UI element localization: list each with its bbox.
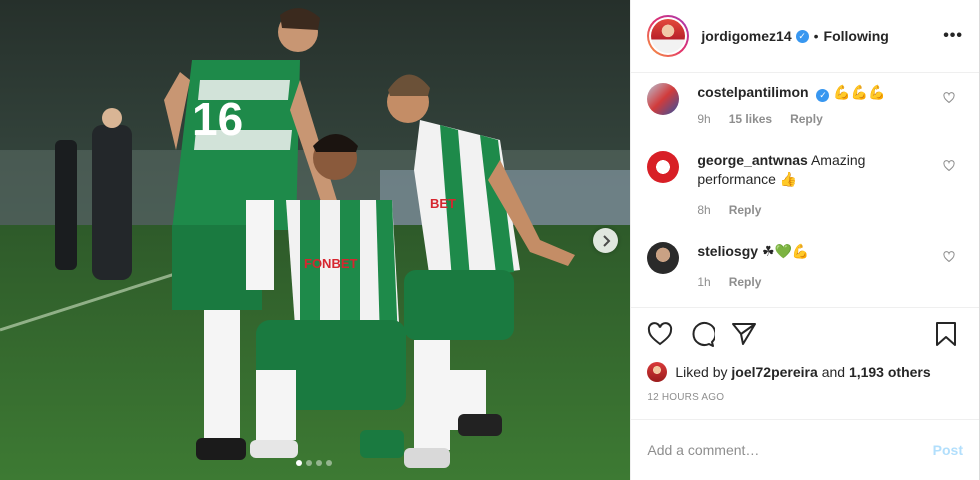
carousel-dot — [316, 460, 322, 466]
comment-bubble-icon[interactable] — [689, 321, 716, 347]
comment-time[interactable]: 9h — [697, 110, 710, 129]
action-icon-row — [647, 320, 963, 348]
comment-meta: 9h 15 likes Reply — [697, 110, 885, 129]
likes-middle: and — [821, 364, 846, 380]
reply-button[interactable]: Reply — [790, 110, 823, 129]
add-comment-bar: Post — [631, 419, 979, 480]
comment-likes[interactable]: 15 likes — [729, 110, 772, 129]
commenter-username[interactable]: costelpantilimon — [697, 84, 808, 100]
comment-item: george_antwnas Amazing performance 👍 8h … — [647, 151, 963, 220]
post-actions: Liked by joel72pereira and 1,193 others … — [631, 307, 979, 403]
svg-text:FONBET: FONBET — [304, 256, 358, 271]
commenter-avatar[interactable] — [647, 151, 680, 183]
post-header: jordigomez14 ✓ • Following ••• — [631, 0, 979, 73]
comment-body: george_antwnas Amazing performance 👍 8h … — [697, 151, 897, 220]
reply-button[interactable]: Reply — [729, 273, 762, 292]
following-button[interactable]: Following — [824, 28, 889, 44]
comment-body: steliosgy ☘💚💪 1h Reply — [697, 242, 809, 292]
svg-text:BET: BET — [430, 196, 456, 211]
commenter-avatar[interactable] — [647, 242, 680, 274]
post-side-panel: jordigomez14 ✓ • Following ••• costelpan… — [630, 0, 979, 480]
likes-summary: Liked by joel72pereira and 1,193 others — [647, 362, 963, 382]
carousel-dot — [296, 460, 302, 466]
author-avatar[interactable] — [647, 15, 690, 57]
post-comment-button[interactable]: Post — [933, 442, 963, 458]
comment-meta: 1h Reply — [697, 273, 809, 292]
chevron-right-icon — [602, 234, 610, 247]
verified-badge-icon: ✓ — [816, 89, 830, 102]
comment-input[interactable] — [647, 442, 933, 458]
carousel-dot — [326, 460, 332, 466]
like-comment-heart-icon[interactable] — [943, 159, 955, 177]
comments-list: costelpantilimon ✓ 💪💪💪 9h 15 likes Reply — [631, 73, 979, 307]
svg-text:16: 16 — [192, 93, 243, 145]
reply-button[interactable]: Reply — [729, 201, 762, 220]
comment-time[interactable]: 8h — [697, 201, 710, 220]
comment-body: costelpantilimon ✓ 💪💪💪 9h 15 likes Reply — [697, 83, 885, 129]
carousel-indicator — [296, 460, 332, 466]
liker-avatar[interactable] — [647, 362, 668, 382]
carousel-dot — [306, 460, 312, 466]
commenter-avatar[interactable] — [647, 83, 680, 115]
save-bookmark-icon[interactable] — [935, 321, 957, 347]
liker-username[interactable]: joel72pereira — [731, 364, 817, 380]
comment-text: ☘💚💪 — [761, 243, 810, 259]
comment-item: costelpantilimon ✓ 💪💪💪 9h 15 likes Reply — [647, 83, 963, 129]
like-heart-icon[interactable] — [647, 322, 673, 346]
share-paper-plane-icon[interactable] — [731, 322, 757, 346]
more-options-icon[interactable]: ••• — [943, 27, 963, 45]
likes-prefix: Liked by — [675, 364, 728, 380]
like-comment-heart-icon[interactable] — [943, 91, 955, 109]
post-timestamp[interactable]: 12 HOURS AGO — [647, 392, 963, 403]
like-comment-heart-icon[interactable] — [943, 250, 955, 268]
header-separator: • — [813, 28, 819, 44]
author-username[interactable]: jordigomez14 — [701, 28, 791, 44]
commenter-username[interactable]: steliosgy — [697, 243, 758, 259]
comment-item: steliosgy ☘💚💪 1h Reply — [647, 242, 963, 292]
commenter-username[interactable]: george_antwnas — [697, 152, 807, 168]
verified-badge-icon: ✓ — [795, 29, 809, 43]
avatar-image — [651, 19, 686, 53]
post-photo[interactable]: 16 FONBET BET — [0, 0, 631, 480]
comment-meta: 8h Reply — [697, 201, 897, 220]
comment-time[interactable]: 1h — [697, 273, 710, 292]
avatar-border — [649, 17, 688, 55]
next-photo-button[interactable] — [593, 228, 618, 253]
football-celebration-image: 16 FONBET BET — [0, 0, 631, 480]
comment-text: 💪💪💪 — [833, 84, 886, 100]
likes-others-link[interactable]: 1,193 others — [849, 364, 931, 380]
instagram-post: 16 FONBET BET jordigomez14 ✓ • Following… — [0, 0, 980, 480]
